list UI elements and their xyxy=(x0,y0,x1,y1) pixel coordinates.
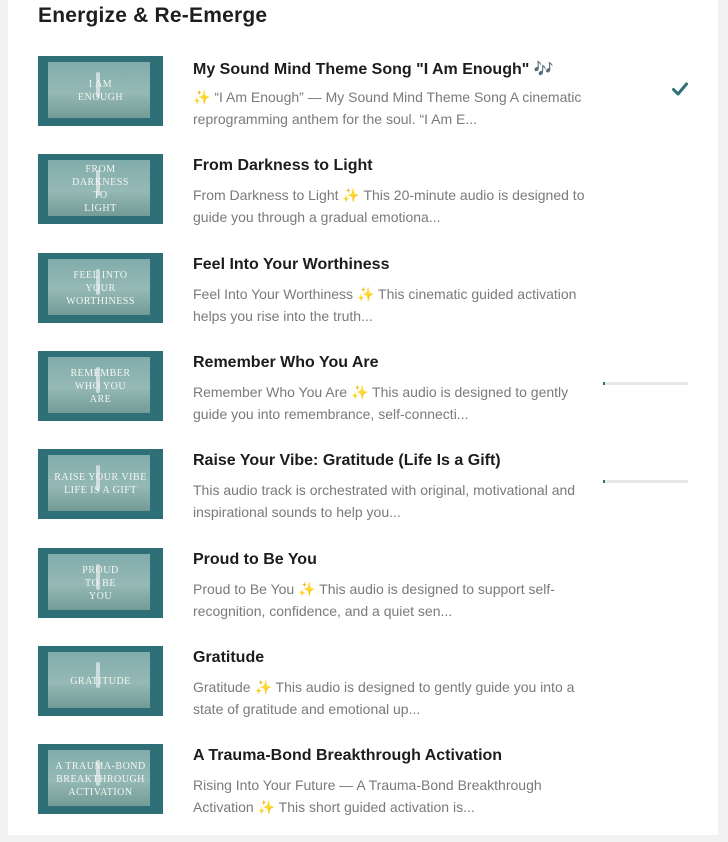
track-thumbnail[interactable]: REMEMBER WHO YOU ARE xyxy=(38,351,163,421)
thumbnail-text: FROM DARKNESS TO LIGHT xyxy=(72,164,129,214)
track-description: Remember Who You Are ✨ This audio is des… xyxy=(193,384,569,422)
track-thumbnail[interactable]: FROM DARKNESS TO LIGHT xyxy=(38,154,163,224)
track-title[interactable]: Gratitude xyxy=(193,649,613,667)
track-row[interactable]: FEEL INTO YOUR WORTHINESS Feel Into Your… xyxy=(38,253,708,351)
track-description: Gratitude ✨ This audio is designed to ge… xyxy=(193,679,575,717)
thumbnail-text: A TRAUMA-BOND BREAKTHROUGH ACTIVATION xyxy=(55,760,146,798)
track-title[interactable]: Feel Into Your Worthiness xyxy=(193,256,613,274)
track-thumbnail[interactable]: RAISE YOUR VIBE LIFE IS A GIFT xyxy=(38,449,163,519)
thumbnail-text: GRATITUDE xyxy=(70,675,131,687)
track-description: ✨ “I Am Enough” — My Sound Mind Theme So… xyxy=(193,89,582,127)
track-row[interactable]: RAISE YOUR VIBE LIFE IS A GIFT Raise You… xyxy=(38,449,708,547)
progress-bar xyxy=(603,382,688,385)
track-row[interactable]: FROM DARKNESS TO LIGHT From Darkness to … xyxy=(38,154,708,252)
track-title[interactable]: Remember Who You Are xyxy=(193,354,613,372)
track-list-panel: Energize & Re-Emerge I AM ENOUGH My Soun… xyxy=(8,0,718,835)
thumbnail-text: I AM ENOUGH xyxy=(77,79,124,103)
track-title[interactable]: Proud to Be You xyxy=(193,551,613,569)
thumbnail-text: PROUD TO BE YOU xyxy=(82,564,119,602)
track-row[interactable]: I AM ENOUGH My Sound Mind Theme Song "I … xyxy=(38,56,708,154)
track-description: Rising Into Your Future — A Trauma-Bond … xyxy=(193,777,542,815)
track-description: Feel Into Your Worthiness ✨ This cinemat… xyxy=(193,286,577,324)
progress-fill xyxy=(603,382,605,385)
track-thumbnail[interactable]: PROUD TO BE YOU xyxy=(38,548,163,618)
track-row[interactable]: A TRAUMA-BOND BREAKTHROUGH ACTIVATION A … xyxy=(38,744,708,842)
track-description: From Darkness to Light ✨ This 20-minute … xyxy=(193,187,585,225)
track-row[interactable]: GRATITUDE Gratitude Gratitude ✨ This aud… xyxy=(38,646,708,744)
checkmark-icon xyxy=(672,82,688,96)
track-thumbnail[interactable]: A TRAUMA-BOND BREAKTHROUGH ACTIVATION xyxy=(38,744,163,814)
track-row[interactable]: PROUD TO BE YOU Proud to Be You Proud to… xyxy=(38,548,708,646)
track-thumbnail[interactable]: GRATITUDE xyxy=(38,646,163,716)
track-thumbnail[interactable]: FEEL INTO YOUR WORTHINESS xyxy=(38,253,163,323)
track-title[interactable]: My Sound Mind Theme Song "I Am Enough" 🎶 xyxy=(193,59,613,79)
track-thumbnail[interactable]: I AM ENOUGH xyxy=(38,56,163,126)
progress-bar xyxy=(603,480,688,483)
track-title[interactable]: A Trauma-Bond Breakthrough Activation xyxy=(193,747,613,765)
track-description: Proud to Be You ✨ This audio is designed… xyxy=(193,581,555,619)
track-description: This audio track is orchestrated with or… xyxy=(193,482,576,520)
thumbnail-text: RAISE YOUR VIBE LIFE IS A GIFT xyxy=(54,472,147,496)
thumbnail-text: FEEL INTO YOUR WORTHINESS xyxy=(66,269,135,307)
thumbnail-text: REMEMBER WHO YOU ARE xyxy=(70,367,131,405)
track-title[interactable]: From Darkness to Light xyxy=(193,157,613,175)
progress-fill xyxy=(603,480,605,483)
track-row[interactable]: REMEMBER WHO YOU ARE Remember Who You Ar… xyxy=(38,351,708,449)
section-title: Energize & Re-Emerge xyxy=(38,4,268,27)
track-title[interactable]: Raise Your Vibe: Gratitude (Life Is a Gi… xyxy=(193,452,613,470)
